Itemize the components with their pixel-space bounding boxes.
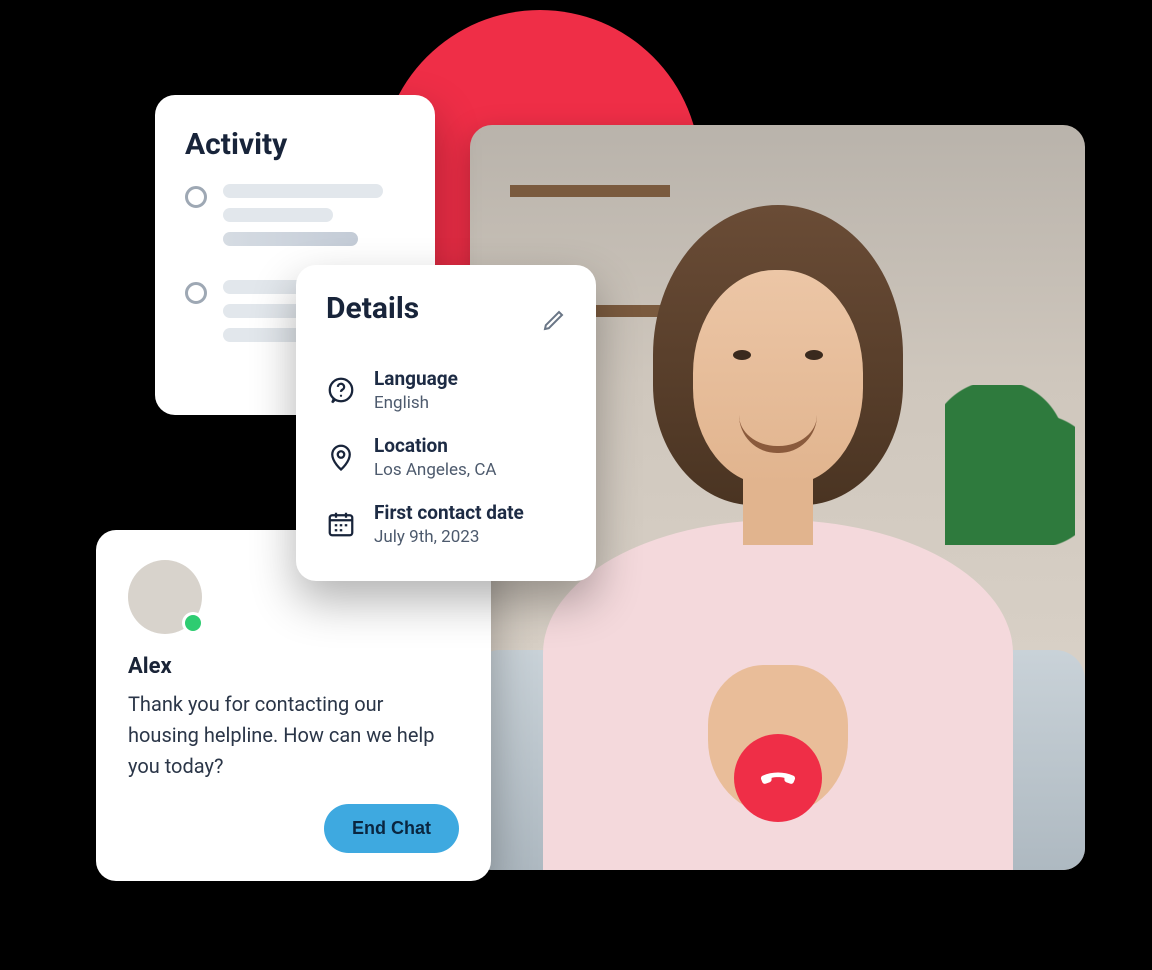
avatar-wrap <box>128 560 202 634</box>
details-card: Details Language English <box>296 265 596 581</box>
chat-message: Thank you for contacting our housing hel… <box>128 689 459 782</box>
detail-label: Location <box>374 435 497 457</box>
activity-skeleton <box>223 184 383 256</box>
chat-card: Alex Thank you for contacting our housin… <box>96 530 491 881</box>
presence-indicator <box>182 612 204 634</box>
edit-button[interactable] <box>542 308 566 332</box>
bullet-icon <box>185 186 207 208</box>
calendar-icon <box>326 509 356 539</box>
hangup-button[interactable] <box>734 734 822 822</box>
pencil-icon <box>542 308 566 332</box>
detail-row-language: Language English <box>326 368 566 413</box>
details-title: Details <box>326 291 419 326</box>
detail-label: First contact date <box>374 502 524 524</box>
question-icon <box>326 375 356 405</box>
end-chat-button[interactable]: End Chat <box>324 804 459 853</box>
activity-title: Activity <box>185 127 405 162</box>
detail-value: July 9th, 2023 <box>374 527 524 547</box>
activity-item <box>185 184 405 256</box>
chat-sender-name: Alex <box>128 654 459 679</box>
detail-row-location: Location Los Angeles, CA <box>326 435 566 480</box>
detail-row-first-contact: First contact date July 9th, 2023 <box>326 502 566 547</box>
pin-icon <box>326 442 356 472</box>
phone-hangup-icon <box>756 756 800 800</box>
detail-label: Language <box>374 368 458 390</box>
bullet-icon <box>185 282 207 304</box>
detail-value: Los Angeles, CA <box>374 460 497 480</box>
detail-value: English <box>374 393 458 413</box>
